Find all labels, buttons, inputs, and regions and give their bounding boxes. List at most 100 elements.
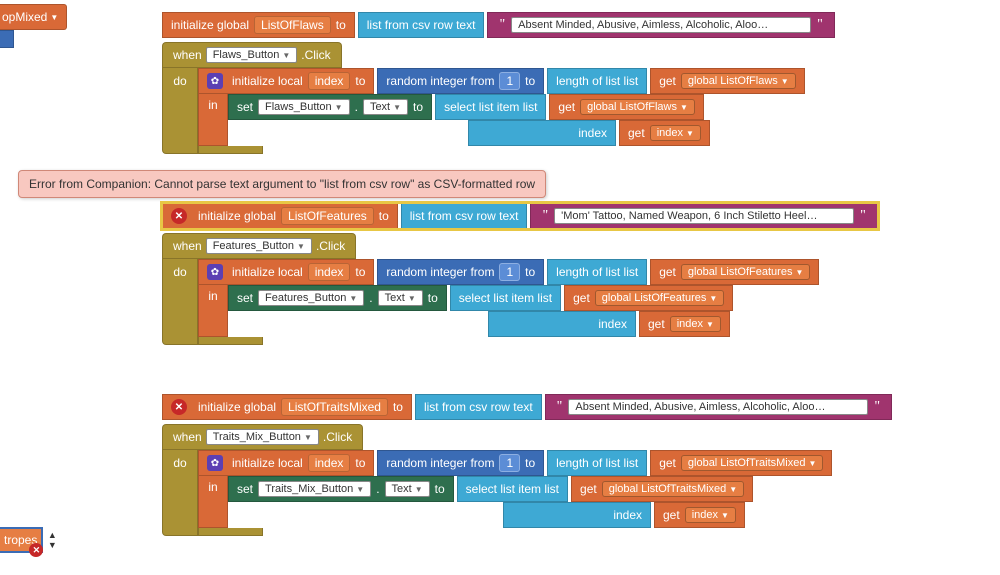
- quote-close-icon: ": [874, 399, 880, 415]
- get-index-block[interactable]: get index▼: [619, 120, 710, 146]
- error-icon[interactable]: ✕: [171, 399, 187, 415]
- text-value-block[interactable]: " 'Mom' Tattoo, Named Weapon, 6 Inch Sti…: [530, 203, 877, 229]
- set-block[interactable]: set Traits_Mix_Button▼ . Text▼ to: [228, 476, 454, 502]
- arrow-stepper[interactable]: ▲ ▼: [43, 530, 61, 550]
- list-from-csv-block[interactable]: list from csv row text: [358, 12, 485, 38]
- init-global-traits-row[interactable]: ✕ initialize global ListOfTraitsMixed to…: [162, 394, 892, 420]
- get-index-block[interactable]: get index▼: [654, 502, 745, 528]
- get-global-block[interactable]: get global ListOfFlaws▼: [549, 94, 703, 120]
- init-global-features-row[interactable]: ✕ initialize global ListOfFeatures to li…: [162, 203, 878, 229]
- length-of-list-block[interactable]: length of list list: [547, 68, 647, 94]
- when-traits-click-block[interactable]: when Traits_Mix_Button▼ .Click do ✿ init…: [162, 424, 892, 536]
- random-int-block[interactable]: random integer from 1 to: [377, 259, 544, 285]
- select-list-item-block[interactable]: select list item list: [450, 285, 561, 311]
- select-list-item-block[interactable]: select list item list: [457, 476, 568, 502]
- csv-text-field[interactable]: Absent Minded, Abusive, Aimless, Alcohol…: [511, 17, 811, 33]
- global-var-dropdown[interactable]: global ListOfTraitsMixed▼: [681, 455, 824, 471]
- set-prop-dropdown[interactable]: Text▼: [363, 99, 408, 115]
- index-dropdown[interactable]: index▼: [685, 507, 736, 523]
- text-value-block[interactable]: " Absent Minded, Abusive, Aimless, Alcoh…: [545, 394, 892, 420]
- list-from-csv-block[interactable]: list from csv row text: [415, 394, 542, 420]
- index-dropdown[interactable]: index▼: [650, 125, 701, 141]
- event-label: .Click: [301, 48, 330, 62]
- text-value-block[interactable]: " Absent Minded, Abusive, Aimless, Alcoh…: [487, 12, 834, 38]
- when-header[interactable]: when Flaws_Button▼ .Click: [162, 42, 342, 68]
- global-var-dropdown[interactable]: global ListOfFeatures▼: [595, 290, 724, 306]
- global-var-dropdown[interactable]: global ListOfFlaws▼: [580, 99, 695, 115]
- var-name-pill[interactable]: ListOfFeatures: [281, 207, 374, 225]
- partial-text: opMixed: [2, 10, 47, 24]
- init-global-block[interactable]: ✕ initialize global ListOfTraitsMixed to: [162, 394, 412, 420]
- when-flaws-click-block[interactable]: when Flaws_Button▼ .Click do ✿ initializ…: [162, 42, 835, 154]
- index-pill[interactable]: index: [308, 263, 351, 281]
- init-global-label: initialize global: [198, 400, 276, 414]
- set-block[interactable]: set Features_Button▼ . Text▼ to: [228, 285, 447, 311]
- component-dropdown[interactable]: Flaws_Button▼: [206, 47, 298, 63]
- set-block[interactable]: set Flaws_Button▼ . Text▼ to: [228, 94, 432, 120]
- gear-icon[interactable]: ✿: [207, 264, 223, 280]
- index-label-block[interactable]: index: [488, 311, 636, 337]
- csv-text-field[interactable]: Absent Minded, Abusive, Aimless, Alcohol…: [568, 399, 868, 415]
- get-block[interactable]: get global ListOfFlaws▼: [650, 68, 804, 94]
- gear-icon[interactable]: ✿: [207, 73, 223, 89]
- init-local-label: initialize local: [232, 74, 303, 88]
- init-local-block[interactable]: ✿ initialize local index to: [198, 450, 374, 476]
- set-prop-dropdown[interactable]: Text▼: [385, 481, 430, 497]
- when-features-click-block[interactable]: when Features_Button▼ .Click do ✿ initia…: [162, 233, 878, 345]
- to-label: to: [525, 265, 535, 279]
- var-name-pill[interactable]: ListOfFlaws: [254, 16, 331, 34]
- to-label: to: [336, 18, 346, 32]
- when-header[interactable]: when Traits_Mix_Button▼ .Click: [162, 424, 363, 450]
- chevron-down-icon[interactable]: ▼: [48, 540, 57, 550]
- gear-icon[interactable]: ✿: [207, 455, 223, 471]
- flaws-section: initialize global ListOfFlaws to list fr…: [162, 12, 835, 154]
- init-global-block[interactable]: initialize global ListOfFlaws to: [162, 12, 355, 38]
- init-local-block[interactable]: ✿ initialize local index to: [198, 68, 374, 94]
- chevron-down-icon: ▼: [304, 433, 312, 442]
- partial-block-opmixed[interactable]: opMixed ▼: [0, 4, 67, 30]
- component-dropdown[interactable]: Features_Button▼: [206, 238, 312, 254]
- get-global-block[interactable]: get global ListOfTraitsMixed▼: [571, 476, 753, 502]
- chevron-up-icon[interactable]: ▲: [48, 530, 57, 540]
- length-of-list-block[interactable]: length of list list: [547, 259, 647, 285]
- list-from-csv-block[interactable]: list from csv row text: [401, 203, 528, 229]
- global-var-dropdown[interactable]: global ListOfFlaws▼: [681, 73, 796, 89]
- select-list-item-block[interactable]: select list item list: [435, 94, 546, 120]
- in-label: in: [208, 98, 217, 112]
- index-dropdown[interactable]: index▼: [670, 316, 721, 332]
- global-var-dropdown[interactable]: global ListOfFeatures▼: [681, 264, 810, 280]
- when-header[interactable]: when Features_Button▼ .Click: [162, 233, 356, 259]
- error-icon[interactable]: ✕: [171, 208, 187, 224]
- index-pill[interactable]: index: [308, 454, 351, 472]
- random-int-block[interactable]: random integer from 1 to: [377, 450, 544, 476]
- chevron-down-icon: ▼: [709, 294, 717, 303]
- number-pill[interactable]: 1: [499, 72, 520, 90]
- index-pill[interactable]: index: [308, 72, 351, 90]
- tropes-partial-block[interactable]: tropes ✕ ▲ ▼: [0, 527, 61, 553]
- init-global-block[interactable]: ✕ initialize global ListOfFeatures to: [162, 203, 398, 229]
- get-index-block[interactable]: get index▼: [639, 311, 730, 337]
- init-local-block[interactable]: ✿ initialize local index to: [198, 259, 374, 285]
- global-var-dropdown[interactable]: global ListOfTraitsMixed▼: [602, 481, 745, 497]
- to-label: to: [355, 456, 365, 470]
- chevron-down-icon: ▼: [50, 13, 58, 22]
- length-of-list-block[interactable]: length of list list: [547, 450, 647, 476]
- get-block[interactable]: get global ListOfFeatures▼: [650, 259, 819, 285]
- number-pill[interactable]: 1: [499, 454, 520, 472]
- set-component-dropdown[interactable]: Features_Button▼: [258, 290, 364, 306]
- set-prop-dropdown[interactable]: Text▼: [378, 290, 423, 306]
- number-pill[interactable]: 1: [499, 263, 520, 281]
- get-block[interactable]: get global ListOfTraitsMixed▼: [650, 450, 832, 476]
- chevron-down-icon: ▼: [335, 103, 343, 112]
- var-name-pill[interactable]: ListOfTraitsMixed: [281, 398, 388, 416]
- get-global-block[interactable]: get global ListOfFeatures▼: [564, 285, 733, 311]
- index-label-block[interactable]: index: [468, 120, 616, 146]
- component-dropdown[interactable]: Traits_Mix_Button▼: [206, 429, 319, 445]
- set-component-dropdown[interactable]: Flaws_Button▼: [258, 99, 350, 115]
- init-global-flaws-row[interactable]: initialize global ListOfFlaws to list fr…: [162, 12, 835, 38]
- index-label-block[interactable]: index: [503, 502, 651, 528]
- set-component-dropdown[interactable]: Traits_Mix_Button▼: [258, 481, 371, 497]
- error-icon[interactable]: ✕: [29, 543, 43, 557]
- random-int-block[interactable]: random integer from 1 to: [377, 68, 544, 94]
- csv-text-field[interactable]: 'Mom' Tattoo, Named Weapon, 6 Inch Stile…: [554, 208, 854, 224]
